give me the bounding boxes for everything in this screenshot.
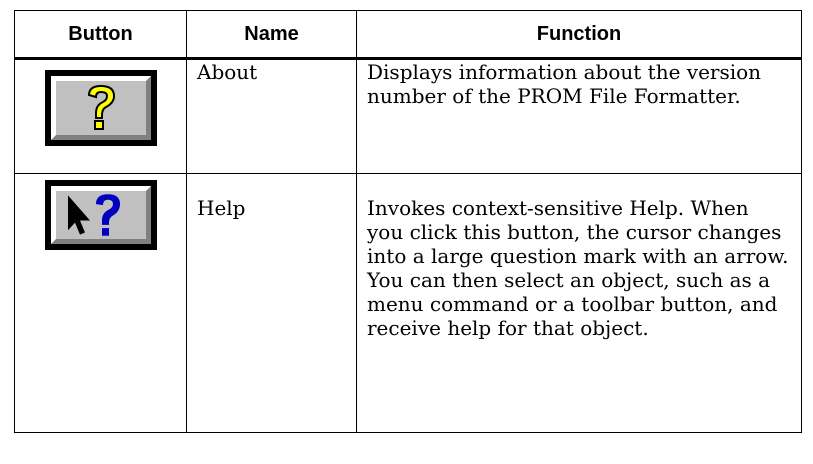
table-row: Help Invokes context-sensitive Help. Whe… (14, 173, 802, 433)
name-cell: About (186, 58, 357, 174)
button-cell (14, 173, 187, 433)
header-name: Name (186, 10, 357, 60)
table-row: About Displays information about the ver… (14, 58, 802, 174)
header-button: Button (14, 10, 187, 60)
help-arrow-question-icon (67, 194, 120, 236)
function-cell: Invokes context-sensitive Help. When you… (356, 173, 802, 433)
about-question-mark-icon (87, 84, 115, 130)
about-button[interactable] (44, 70, 157, 146)
function-cell: Displays information about the version n… (356, 58, 802, 174)
header-function: Function (356, 10, 802, 60)
name-cell: Help (186, 173, 357, 433)
table-header-row: Button Name Function (14, 10, 802, 60)
help-button[interactable] (44, 180, 157, 250)
button-cell (14, 58, 187, 174)
button-reference-table: Button Name Function About Displays info… (14, 10, 802, 433)
